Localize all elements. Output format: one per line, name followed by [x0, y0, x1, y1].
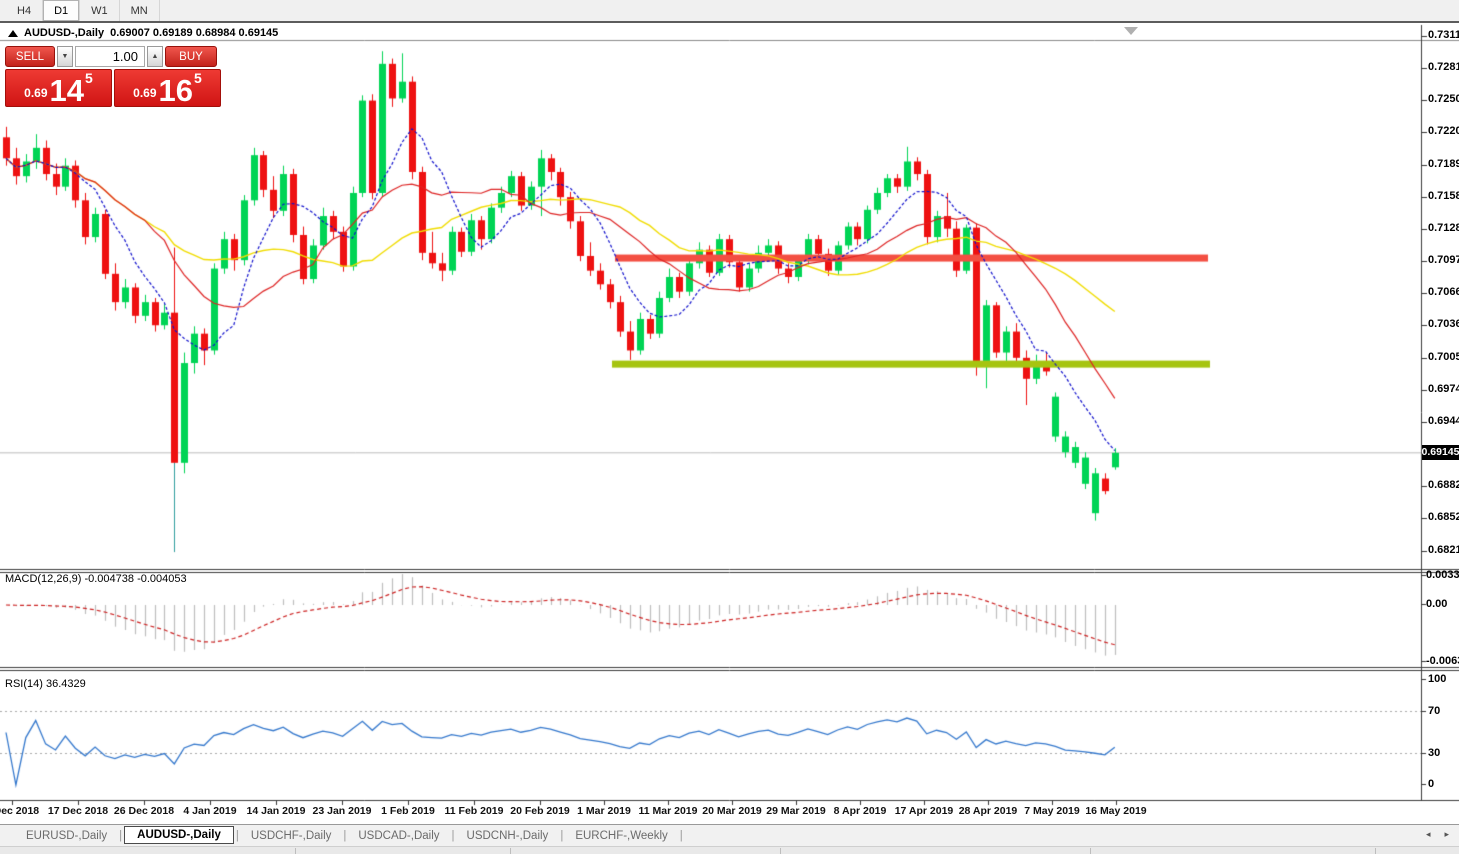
tab-scroll-right-icon[interactable]: ▸	[1444, 829, 1449, 840]
tab-separator: |	[679, 829, 683, 842]
price-axis-label: 0.71585	[1428, 189, 1459, 202]
timeframe-tab-d1[interactable]: D1	[43, 0, 81, 21]
tab-scroll-controls: ◂ ▸	[1426, 829, 1449, 840]
buy-price-sup: 5	[194, 70, 202, 86]
volume-down-button[interactable]: ▼	[57, 46, 73, 67]
timeframe-tab-mn[interactable]: MN	[120, 0, 160, 21]
tab-separator: |	[119, 829, 123, 842]
price-axis-label: 0.69745	[1428, 382, 1459, 395]
price-axis-label: 0.70050	[1428, 350, 1459, 363]
date-axis-label: 17 Dec 2018	[47, 805, 109, 817]
rsi-indicator-label: RSI(14) 36.4329	[5, 678, 86, 690]
price-chart-canvas[interactable]	[0, 0, 1459, 853]
status-separator	[1090, 848, 1091, 854]
tab-scroll-left-icon[interactable]: ◂	[1426, 829, 1431, 840]
tab-separator: |	[235, 829, 239, 842]
date-axis-label: 17 Apr 2019	[894, 805, 954, 817]
rsi-axis-label: 100	[1428, 673, 1447, 685]
buy-price-box[interactable]: 0.69 16 5	[114, 69, 221, 107]
date-axis-label: 29 Mar 2019	[766, 805, 826, 817]
date-axis-label: 11 Mar 2019	[638, 805, 698, 817]
price-axis-label: 0.68520	[1428, 511, 1459, 524]
date-axis-label: 28 Apr 2019	[958, 805, 1018, 817]
macd-axis-label: 0.003319	[1426, 569, 1459, 581]
date-axis-label: 1 Feb 2019	[381, 805, 435, 817]
chart-marker-icon	[1124, 27, 1138, 35]
date-axis-label: 4 Jan 2019	[183, 805, 237, 817]
trade-controls-row: SELL ▼ ▲ BUY	[5, 46, 223, 67]
price-axis-label: 0.72505	[1428, 93, 1459, 106]
date-axis-label: 1 Mar 2019	[577, 805, 631, 817]
chart-title: AUDUSD-,Daily 0.69007 0.69189 0.68984 0.…	[8, 27, 278, 39]
chart-tab-eurusd[interactable]: EURUSD-,Daily	[16, 827, 117, 845]
chart-tab-bar: EURUSD-,Daily | AUDUSD-,Daily | USDCHF-,Dail…	[0, 824, 1459, 846]
timeframe-tabs: H4 D1 W1 MN	[6, 0, 160, 21]
symbol-triangle-icon	[8, 29, 18, 37]
one-click-trade-panel: SELL ▼ ▲ BUY 0.69 14 5 0.69 16 5	[5, 46, 223, 107]
price-axis-label: 0.73115	[1428, 29, 1459, 41]
price-axis-label: 0.71890	[1428, 157, 1459, 170]
sell-button[interactable]: SELL	[5, 46, 55, 67]
date-axis-label: 7 Dec 2018	[0, 805, 40, 817]
macd-axis-label: -0.006325	[1426, 655, 1459, 667]
date-axis-label: 23 Jan 2019	[312, 805, 372, 817]
date-axis-label: 16 May 2019	[1085, 805, 1147, 817]
buy-price-big: 16	[158, 72, 194, 108]
date-axis-label: 26 Dec 2018	[113, 805, 175, 817]
volume-up-button[interactable]: ▲	[147, 46, 163, 67]
buy-button[interactable]: BUY	[165, 46, 217, 67]
chart-tab-usdchf[interactable]: USDCHF-,Daily	[241, 827, 342, 845]
date-axis-label: 20 Feb 2019	[510, 805, 570, 817]
tab-separator: |	[451, 829, 455, 842]
date-axis-label: 7 May 2019	[1024, 805, 1080, 817]
chart-tab-usdcnh[interactable]: USDCNH-,Daily	[457, 827, 559, 845]
macd-indicator-label: MACD(12,26,9) -0.004738 -0.004053	[5, 573, 187, 585]
status-separator	[295, 848, 296, 854]
date-axis-label: 14 Jan 2019	[246, 805, 306, 817]
chart-tab-eurchf[interactable]: EURCHF-,Weekly	[565, 827, 677, 845]
chart-ohlc: 0.69007 0.69189 0.68984 0.69145	[110, 27, 279, 39]
sell-price-prefix: 0.69	[24, 86, 48, 100]
price-axis-label: 0.70360	[1428, 318, 1459, 331]
date-axis-label: 8 Apr 2019	[833, 805, 887, 817]
chart-tab-usdcad[interactable]: USDCAD-,Daily	[348, 827, 449, 845]
price-axis-label: 0.69440	[1428, 414, 1459, 427]
macd-axis-label: 0.00	[1426, 598, 1448, 610]
status-separator	[780, 848, 781, 854]
chart-tab-audusd[interactable]: AUDUSD-,Daily	[124, 826, 234, 844]
price-axis-label: 0.68825	[1428, 479, 1459, 492]
status-separator	[1375, 848, 1376, 854]
price-axis-label: 0.68210	[1428, 544, 1459, 556]
status-separator	[510, 848, 511, 854]
trade-prices-row: 0.69 14 5 0.69 16 5	[5, 69, 223, 107]
chart-symbol: AUDUSD-,Daily	[24, 27, 105, 39]
price-axis-label: 0.72810	[1428, 61, 1459, 74]
price-axis-label: 0.72200	[1428, 125, 1459, 138]
tab-separator: |	[343, 829, 347, 842]
chart-tabs: EURUSD-,Daily | AUDUSD-,Daily | USDCHF-,Dail…	[16, 826, 685, 845]
timeframe-toolbar: H4 D1 W1 MN	[0, 0, 1459, 23]
volume-input[interactable]	[75, 46, 145, 67]
price-axis-label: 0.70970	[1428, 254, 1459, 267]
rsi-axis-label: 70	[1428, 705, 1441, 717]
timeframe-tab-h4[interactable]: H4	[6, 0, 44, 21]
current-price-label: 0.69145	[1421, 444, 1459, 460]
timeframe-tab-w1[interactable]: W1	[80, 0, 120, 21]
sell-price-box[interactable]: 0.69 14 5	[5, 69, 112, 107]
rsi-axis-label: 30	[1428, 747, 1441, 759]
date-axis-label: 11 Feb 2019	[444, 805, 504, 817]
price-axis-label: 0.71280	[1428, 221, 1459, 234]
tab-separator: |	[560, 829, 564, 842]
buy-price-prefix: 0.69	[133, 86, 157, 100]
sell-price-sup: 5	[85, 70, 93, 86]
date-axis-label: 20 Mar 2019	[702, 805, 762, 817]
sell-price-big: 14	[49, 72, 85, 108]
price-axis-label: 0.70665	[1428, 286, 1459, 299]
rsi-axis-label: 0	[1428, 778, 1435, 790]
